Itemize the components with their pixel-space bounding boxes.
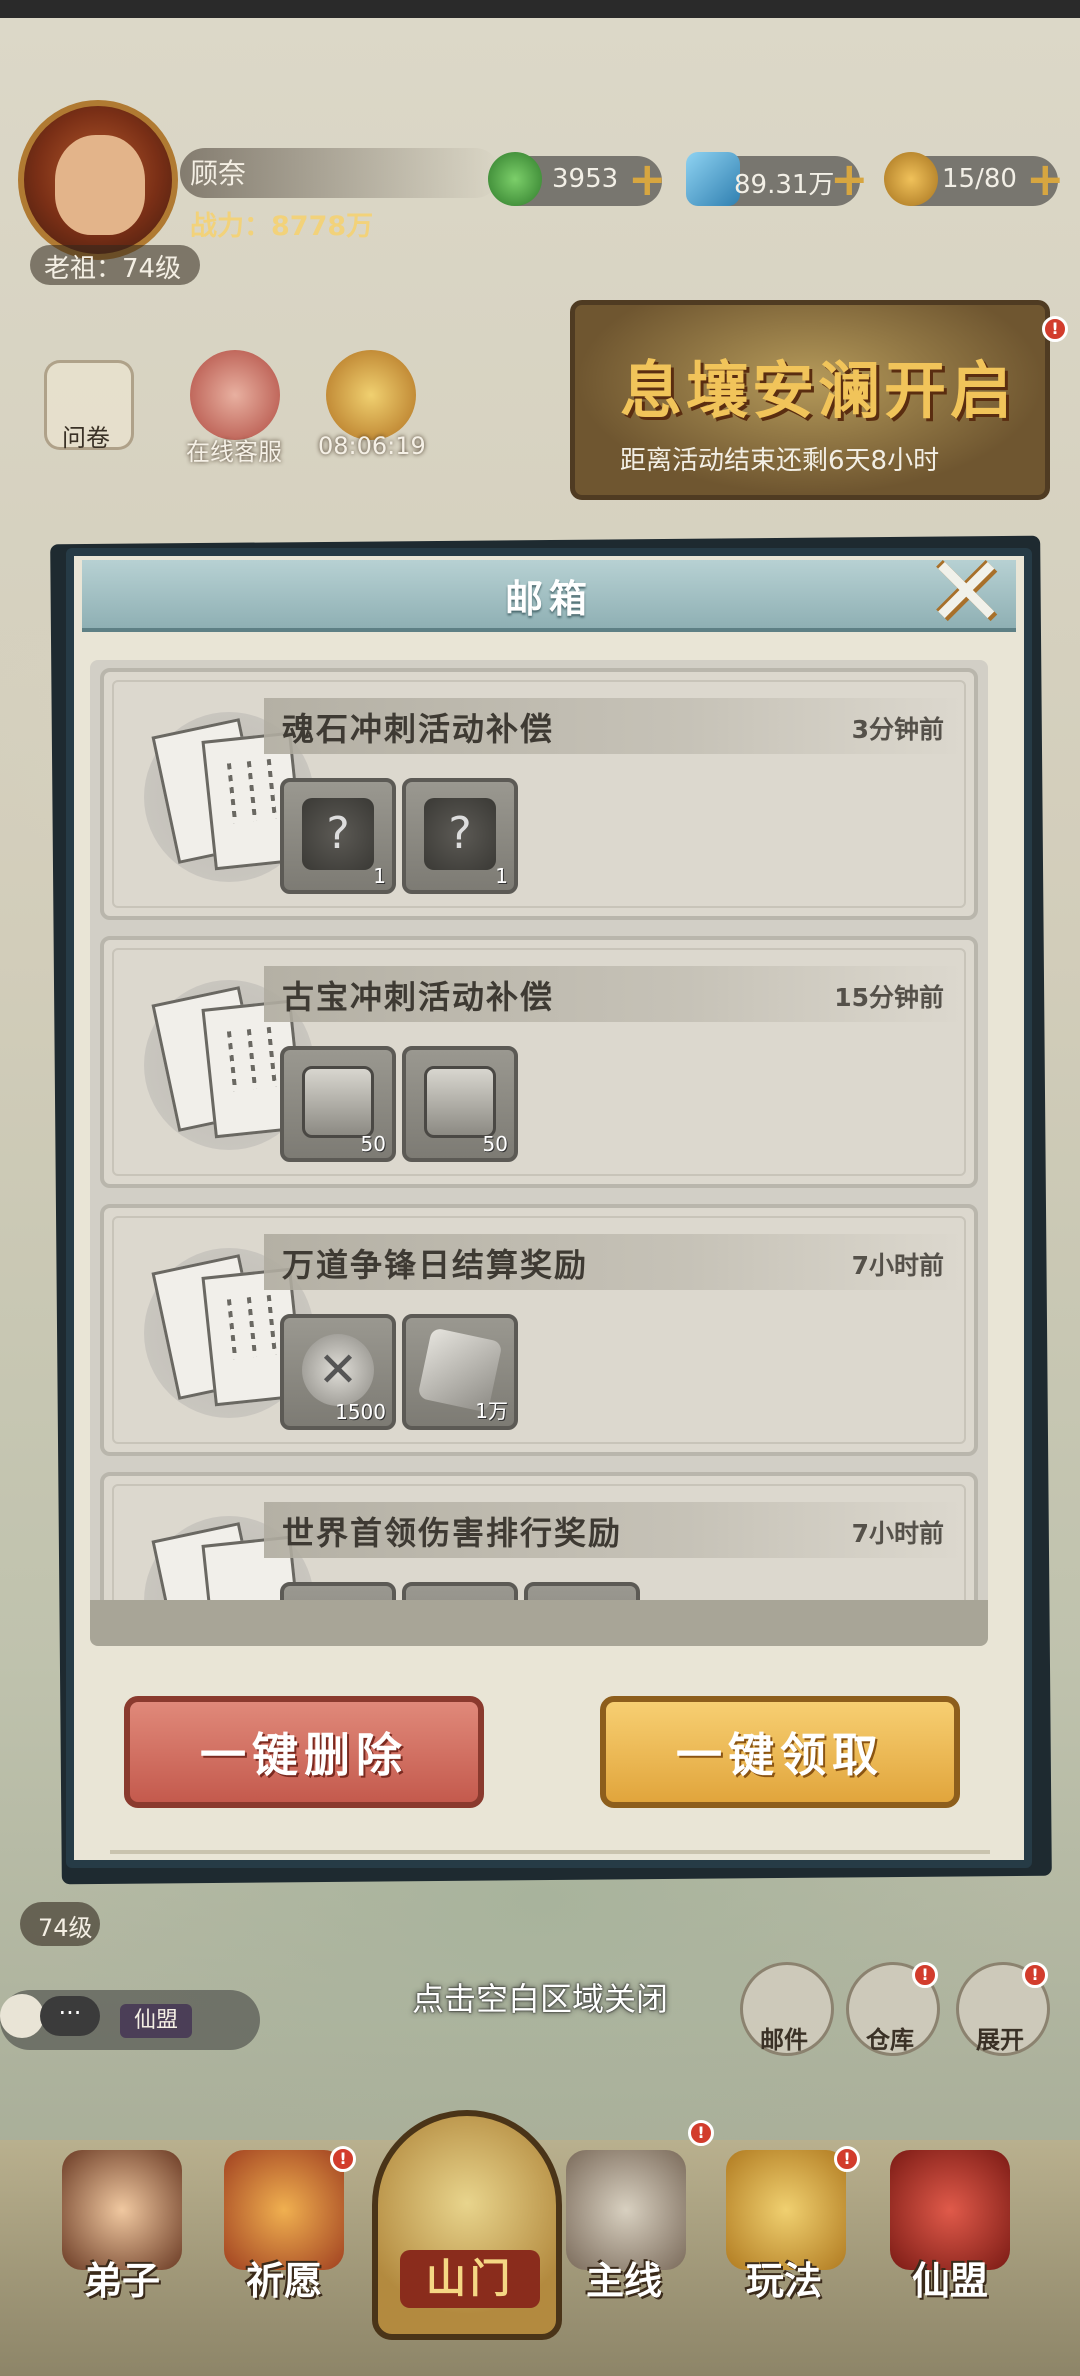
notification-badge: ! (688, 2120, 714, 2146)
customer-service-icon[interactable] (190, 350, 280, 440)
event-banner-title: 息壤安澜开启 (620, 354, 1017, 427)
resource-money-bag-value: 15/80 (942, 164, 1017, 194)
mail-title: 古宝冲刺活动补偿 (282, 978, 555, 1016)
online-service-label: 在线客服 (186, 438, 282, 466)
mail-time: 7小时前 (851, 1251, 944, 1280)
treasure-box-icon (302, 1066, 374, 1138)
resource-jade-value: 3953 (552, 164, 619, 194)
notification-badge: ! (912, 1962, 938, 1988)
mail-item[interactable]: 古宝冲刺活动补偿 15分钟前 50 50 (100, 936, 978, 1188)
mail-button-label: 邮件 (760, 2026, 808, 2054)
reward-item[interactable]: 50 (280, 1046, 396, 1162)
notification-badge: ! (834, 2146, 860, 2172)
player-level: 老祖：74级 (44, 254, 182, 284)
mail-title: 世界首领伤害排行奖励 (282, 1514, 623, 1552)
money-bag-icon (884, 152, 938, 206)
reward-count: 1万 (475, 1399, 508, 1423)
mail-time: 7小时前 (851, 1519, 944, 1548)
notification-badge: ! (1042, 316, 1068, 342)
add-spirit-stone-button[interactable]: + (830, 156, 869, 202)
reward-count: 50 (482, 1132, 508, 1156)
gift-timer-icon[interactable] (326, 350, 416, 440)
warehouse-button-label: 仓库 (866, 2026, 914, 2054)
spirit-stone-icon (686, 152, 740, 206)
chat-more-icon[interactable]: ··· (40, 1996, 100, 2036)
nav-wish[interactable]: 祈愿 (246, 2250, 322, 2305)
mail-item[interactable]: 魂石冲刺活动补偿 3分钟前 ? 1 ? 1 (100, 668, 978, 920)
dialog-footer-divider (110, 1850, 990, 1854)
notification-badge: ! (330, 2146, 356, 2172)
reward-count: 50 (360, 1132, 386, 1156)
jade-coin-icon (488, 152, 542, 206)
mail-time: 15分钟前 (834, 983, 944, 1012)
reward-count: 1 (495, 864, 508, 888)
event-countdown: 距离活动结束还剩6天8小时 (620, 446, 940, 476)
notification-badge: ! (1022, 1962, 1048, 1988)
crossed-swords-token-icon: ✕ (302, 1334, 374, 1406)
reward-count: 1500 (335, 1400, 386, 1424)
mystery-chest-icon: ? (424, 798, 496, 870)
close-icon[interactable]: ✕ (926, 544, 1006, 640)
mail-title: 万道争锋日结算奖励 (282, 1246, 589, 1284)
gift-timer: 08:06:19 (318, 432, 426, 460)
player-name: 顾奈 (190, 157, 247, 190)
status-bar (0, 0, 1080, 18)
bottom-level: 74级 (38, 1914, 93, 1942)
add-money-bag-button[interactable]: + (1026, 156, 1065, 202)
mail-list-footer (90, 1600, 988, 1646)
chat-channel-tag: 仙盟 (120, 2004, 192, 2038)
delete-all-button[interactable]: 一键删除 (124, 1696, 484, 1808)
reward-count: 1 (373, 864, 386, 888)
avatar-face (55, 135, 145, 235)
survey-label: 问卷 (62, 424, 110, 452)
mail-list[interactable]: 魂石冲刺活动补偿 3分钟前 ? 1 ? 1 古宝冲刺活动补偿 15分钟前 50 (90, 660, 988, 1640)
resource-spirit-stone-value: 89.31万 (734, 170, 835, 200)
nav-main-quest[interactable]: 主线 (586, 2250, 662, 2305)
nav-alliance[interactable]: 仙盟 (912, 2250, 988, 2305)
mailbox-title: 邮箱 (504, 577, 593, 621)
claim-all-button[interactable]: 一键领取 (600, 1696, 960, 1808)
player-power: 战力：8778万 (190, 211, 374, 242)
chat-icon[interactable] (0, 1994, 44, 2038)
reward-item[interactable]: ✕ 1500 (280, 1314, 396, 1430)
mystery-chest-icon: ? (302, 798, 374, 870)
reward-item[interactable]: 1万 (402, 1314, 518, 1430)
mail-item[interactable]: 万道争锋日结算奖励 7小时前 ✕ 1500 1万 (100, 1204, 978, 1456)
treasure-box-icon (424, 1066, 496, 1138)
nav-gameplay[interactable]: 玩法 (746, 2250, 822, 2305)
mail-time: 3分钟前 (851, 715, 944, 744)
nav-disciples[interactable]: 弟子 (84, 2250, 160, 2305)
expand-button-label: 展开 (976, 2026, 1024, 2054)
reward-item[interactable]: ? 1 (402, 778, 518, 894)
reward-item[interactable]: ? 1 (280, 778, 396, 894)
nav-sect-gate[interactable]: 山门 (400, 2250, 540, 2308)
add-jade-button[interactable]: + (628, 156, 667, 202)
reward-item[interactable]: 50 (402, 1046, 518, 1162)
mail-title: 魂石冲刺活动补偿 (282, 710, 555, 748)
